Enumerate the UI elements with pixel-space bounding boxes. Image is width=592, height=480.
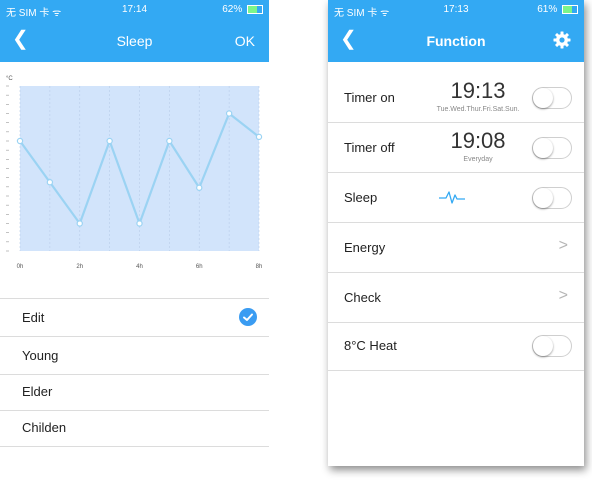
toggle-knob [533, 188, 553, 208]
status-bar: 无 SIM 卡 ᯤ 17:13 61% [328, 0, 584, 20]
toggle-knob [533, 88, 553, 108]
sleep-row: Sleep [328, 173, 584, 223]
nav-bar: ❮ Function [328, 20, 584, 62]
mode-label: Elder [22, 384, 53, 399]
battery-percent: 61% [537, 4, 558, 15]
data-point [46, 179, 54, 186]
battery-fill [563, 5, 572, 13]
timer-off-toggle[interactable] [532, 137, 572, 159]
y-axis-label: °C [6, 76, 13, 82]
x-tick-label: 8h [256, 264, 263, 270]
data-point [255, 133, 263, 141]
battery-indicator: 62% [222, 4, 263, 15]
data-point [225, 110, 233, 117]
page-title: Sleep [116, 33, 153, 49]
timer-off-label: Timer off [344, 140, 395, 155]
data-point [196, 184, 203, 191]
x-tick-label: 6h [196, 264, 203, 270]
mode-item-edit[interactable]: Edit [0, 299, 269, 337]
mode-label: Young [22, 348, 59, 363]
timer-off-days: Everyday [463, 156, 493, 163]
data-point [136, 220, 143, 227]
data-point [16, 137, 24, 145]
toggle-knob [533, 336, 553, 356]
sleep-chart-svg: °C 0h 2h 4h 6h 8h [6, 76, 263, 270]
x-tick-label: 4h [136, 264, 143, 270]
timer-on-time[interactable]: 19:13 [428, 78, 528, 104]
mode-item-elder[interactable]: Elder [0, 373, 269, 411]
sleep-toggle[interactable] [532, 187, 572, 209]
sleep-curve-chart: °C 0h 2h 4h 6h 8h [0, 62, 269, 294]
timer-on-row: Timer on 19:13 Tue.Wed.Thur.Fri.Sat.Sun. [328, 73, 584, 123]
data-point [106, 137, 113, 145]
data-point [166, 137, 173, 145]
mode-label: Childen [22, 420, 67, 435]
sleep-screen: 无 SIM 卡 ᯤ 17:14 62% ❮ Sleep OK °C 0h 2h 4h 6… [0, 0, 269, 480]
status-bar: 无 SIM 卡 ᯤ 17:14 62% [0, 0, 269, 20]
function-screen: 无 SIM 卡 ᯤ 17:13 61% ❮ Function Timer on … [328, 0, 584, 466]
energy-label: Energy [344, 240, 386, 255]
timer-on-toggle[interactable] [532, 87, 572, 109]
battery-icon [562, 4, 578, 14]
battery-icon [247, 4, 263, 14]
page-title: Function [426, 33, 486, 49]
battery-fill [248, 5, 257, 13]
x-tick-label: 0h [17, 264, 24, 270]
ok-button[interactable]: OK [235, 33, 255, 49]
battery-percent: 62% [222, 4, 243, 15]
mode-label: Edit [22, 310, 45, 325]
sleep-wave-icon[interactable] [438, 188, 466, 211]
sleep-label: Sleep [344, 190, 378, 205]
chevron-right-icon[interactable]: > [559, 287, 568, 305]
nav-bar: ❮ Sleep OK [0, 20, 269, 62]
battery-indicator: 61% [537, 4, 578, 15]
gear-icon[interactable] [552, 30, 572, 50]
check-label: Check [344, 290, 381, 305]
timer-off-row: Timer off 19:08 Everyday [328, 123, 584, 173]
heat-toggle[interactable] [532, 335, 572, 357]
mode-item-childen[interactable]: Childen [0, 409, 269, 447]
mode-item-young[interactable]: Young [0, 337, 269, 375]
checkmark-icon [239, 308, 257, 326]
check-row[interactable]: Check > [328, 273, 584, 323]
toggle-knob [533, 138, 553, 158]
timer-off-time[interactable]: 19:08 [428, 128, 528, 154]
timer-on-label: Timer on [344, 90, 395, 105]
timer-on-days: Tue.Wed.Thur.Fri.Sat.Sun. [436, 106, 520, 113]
heat-label: 8°C Heat [344, 338, 397, 353]
heat-row: 8°C Heat [328, 321, 584, 371]
chevron-right-icon[interactable]: > [559, 237, 568, 255]
x-tick-label: 2h [76, 264, 83, 270]
energy-row[interactable]: Energy > [328, 223, 584, 273]
data-point [76, 220, 83, 227]
